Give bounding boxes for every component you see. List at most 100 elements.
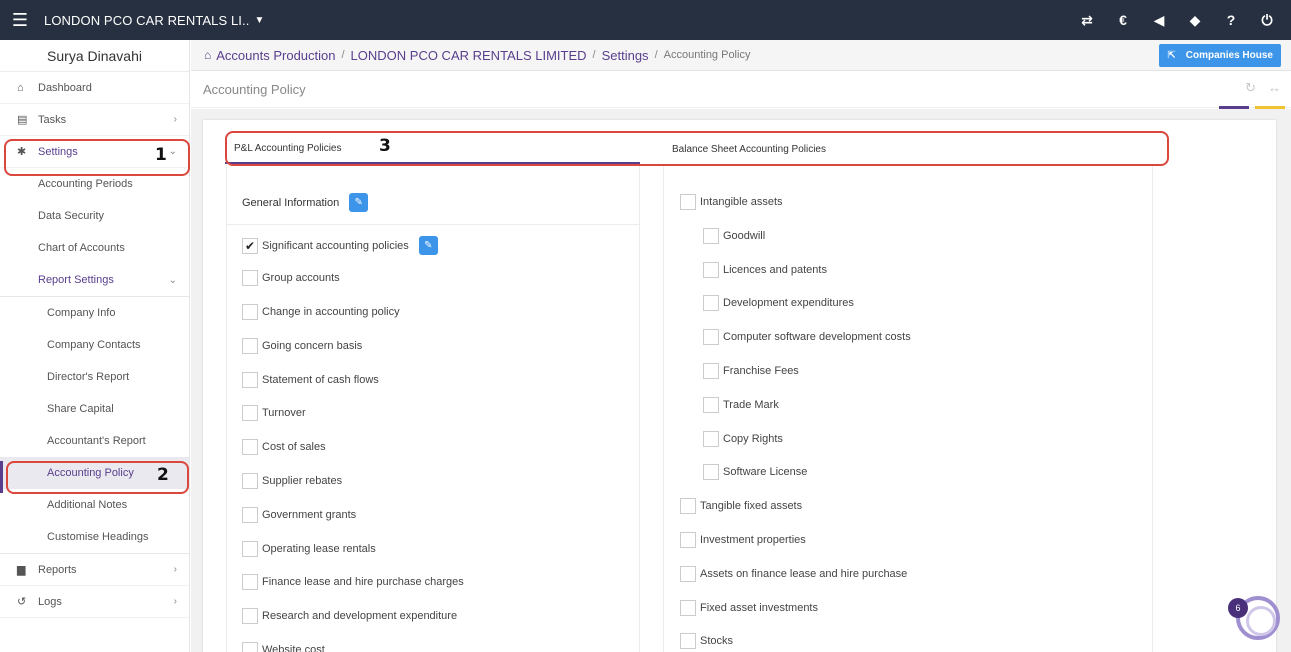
policy-label: Franchise Fees (723, 365, 799, 377)
bs-policy-row: Licences and patents (703, 262, 827, 278)
policy-checkbox[interactable] (242, 541, 258, 557)
annotation-number-3: 3 (379, 136, 391, 156)
active-indicator (0, 461, 3, 493)
policy-checkbox[interactable] (703, 228, 719, 244)
tasks-icon: ▤ (17, 114, 28, 126)
policy-label: Assets on finance lease and hire purchas… (700, 568, 908, 580)
policy-checkbox[interactable] (680, 532, 696, 548)
edit-general-info-button[interactable]: ✎ (349, 193, 369, 212)
policy-label: Licences and patents (723, 264, 827, 276)
pl-policy-row: Finance lease and hire purchase charges (242, 574, 464, 590)
policy-label: Statement of cash flows (262, 374, 379, 386)
divider (226, 224, 640, 225)
power-icon[interactable]: ⏻ (1249, 12, 1285, 29)
sidebar-item-accountants-report[interactable]: Accountant's Report (0, 425, 189, 457)
bs-policy-row: Franchise Fees (703, 363, 799, 379)
policy-checkbox[interactable] (242, 473, 258, 489)
edit-icon: ✎ (424, 240, 433, 251)
pl-policy-row: Turnover (242, 405, 306, 421)
pl-policy-row: Supplier rebates (242, 473, 342, 489)
general-information-label: General Information (242, 196, 340, 209)
pl-policy-row: Change in accounting policy (242, 304, 400, 320)
policy-label: Software License (723, 466, 808, 478)
policy-checkbox[interactable] (680, 498, 696, 514)
policy-checkbox[interactable] (242, 608, 258, 624)
transfer-icon[interactable]: ⇄ (1069, 12, 1105, 29)
bs-policy-row: Tangible fixed assets (680, 498, 802, 514)
policy-checkbox[interactable] (242, 304, 258, 320)
sidebar: Surya Dinavahi ⌂ Dashboard ▤ Tasks › ✱ S… (0, 40, 190, 652)
policy-checkbox[interactable] (680, 633, 696, 649)
policy-checkbox[interactable] (242, 405, 258, 421)
expand-icon[interactable]: ↔ (1268, 80, 1281, 96)
sidebar-item-chart-of-accounts[interactable]: Chart of Accounts (0, 232, 189, 264)
history-icon: ↺ (17, 596, 27, 608)
policy-label: Trade Mark (723, 399, 779, 411)
sidebar-item-label: Dashboard (38, 81, 92, 94)
sidebar-item-tasks[interactable]: ▤ Tasks › (0, 104, 189, 136)
sidebar-item-logs[interactable]: ↺ Logs › (0, 586, 189, 618)
sidebar-item-customise-headings[interactable]: Customise Headings (0, 521, 189, 553)
bs-policy-row: Copy Rights (703, 431, 783, 447)
policy-checkbox[interactable] (680, 194, 696, 210)
edit-icon: ✎ (354, 197, 363, 208)
edit-policy-button[interactable]: ✎ (418, 236, 438, 255)
sidebar-item-share-capital[interactable]: Share Capital (0, 393, 189, 425)
policy-label: Website cost (262, 644, 325, 652)
policy-checkbox[interactable] (242, 642, 258, 652)
menu-icon[interactable]: ☰ (0, 0, 40, 40)
breadcrumb-separator: / (341, 49, 345, 61)
policy-label: Tangible fixed assets (700, 500, 803, 512)
breadcrumb-company[interactable]: LONDON PCO CAR RENTALS LIMITED (351, 48, 587, 63)
bs-policy-row: Goodwill (703, 228, 765, 244)
sidebar-item-dashboard[interactable]: ⌂ Dashboard (0, 72, 189, 104)
sidebar-item-company-info[interactable]: Company Info (0, 297, 189, 329)
chevron-down-icon: ▼ (254, 14, 265, 26)
page-title: Accounting Policy (203, 82, 306, 97)
sidebar-item-report-settings[interactable]: Report Settings ⌄ (0, 264, 189, 296)
policy-checkbox[interactable] (703, 363, 719, 379)
external-link-icon: ⇱ (1167, 50, 1176, 61)
policy-checkbox[interactable] (703, 329, 719, 345)
bs-policy-row: Development expenditures (703, 295, 854, 311)
sidebar-item-label: Logs (38, 595, 62, 608)
policy-label: Fixed asset investments (700, 602, 818, 614)
policy-label: Intangible assets (700, 196, 783, 208)
currency-icon[interactable]: € (1105, 12, 1141, 28)
policy-checkbox[interactable] (703, 431, 719, 447)
policy-checkbox[interactable]: ✔ (242, 237, 258, 254)
help-icon[interactable]: ? (1213, 12, 1249, 28)
policy-label: Copy Rights (723, 433, 783, 445)
policy-checkbox[interactable] (242, 270, 258, 286)
sidebar-item-data-security[interactable]: Data Security (0, 200, 189, 232)
sidebar-item-reports[interactable]: ▆ Reports › (0, 554, 189, 586)
company-selector[interactable]: LONDON PCO CAR RENTALS LI.. ▼ (44, 13, 264, 28)
policy-checkbox[interactable] (703, 295, 719, 311)
megaphone-icon[interactable]: ◀ (1141, 12, 1177, 29)
policy-checkbox[interactable] (242, 574, 258, 590)
policy-checkbox[interactable] (242, 439, 258, 455)
companies-house-button[interactable]: ⇱ Companies House (1159, 44, 1281, 67)
policy-checkbox[interactable] (242, 338, 258, 354)
sidebar-item-directors-report[interactable]: Director's Report (0, 361, 189, 393)
breadcrumb-settings[interactable]: Settings (602, 48, 649, 63)
policy-checkbox[interactable] (680, 600, 696, 616)
bs-policy-row: Stocks (680, 633, 733, 649)
policy-checkbox[interactable] (242, 372, 258, 388)
policy-checkbox[interactable] (680, 566, 696, 582)
sidebar-item-label: Reports (38, 563, 77, 576)
sidebar-item-company-contacts[interactable]: Company Contacts (0, 329, 189, 361)
bs-policy-row: Intangible assets (680, 194, 783, 210)
breadcrumb-accounts-production[interactable]: Accounts Production (216, 48, 335, 63)
policy-checkbox[interactable] (242, 507, 258, 523)
pl-policy-row: Website cost (242, 642, 325, 652)
tag-icon[interactable]: ◆ (1177, 12, 1213, 29)
bs-policy-row: Fixed asset investments (680, 600, 818, 616)
home-icon[interactable]: ⌂ (204, 48, 211, 62)
policy-checkbox[interactable] (703, 262, 719, 278)
policy-checkbox[interactable] (703, 464, 719, 480)
policy-checkbox[interactable] (703, 397, 719, 413)
refresh-icon[interactable]: ↻ (1245, 80, 1256, 96)
bs-policy-row: Trade Mark (703, 397, 779, 413)
annotation-number-2: 2 (157, 465, 169, 485)
